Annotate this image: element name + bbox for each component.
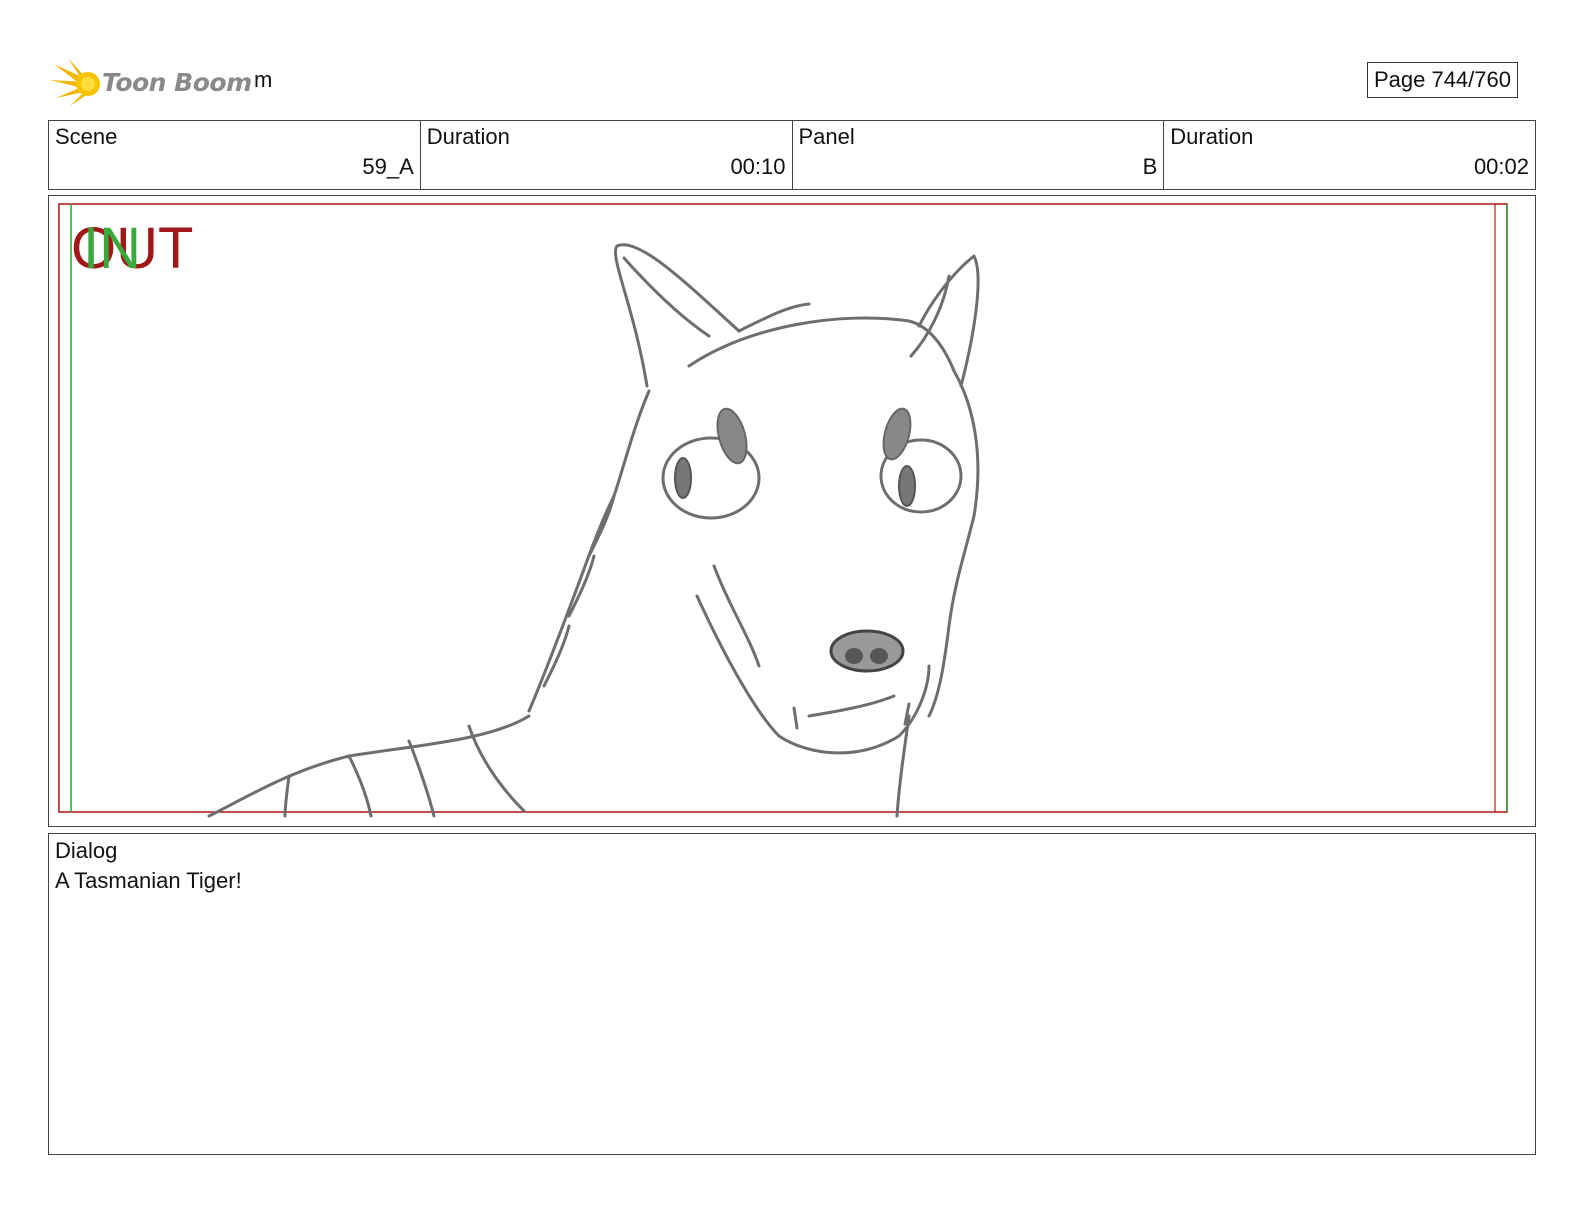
dialog-text: A Tasmanian Tiger! — [55, 868, 242, 893]
scene-duration-label: Duration — [426, 124, 510, 149]
in-marker: IN — [83, 216, 141, 281]
storyboard-panel: OUT IN — [48, 195, 1536, 827]
scene-duration-cell: Duration 00:10 — [421, 121, 793, 189]
scene-cell: Scene 59_A — [49, 121, 421, 189]
logo-text: Toon Boom — [102, 67, 252, 97]
scene-info-table: Scene 59_A Duration 00:10 Panel B Durati… — [48, 120, 1536, 190]
panel-artwork — [58, 203, 1508, 818]
toon-boom-logo: Toon Boom — [50, 54, 252, 110]
scene-label: Scene — [55, 124, 118, 149]
panel-label: Panel — [798, 124, 855, 149]
panel-cell: Panel B — [793, 121, 1165, 189]
panel-value: B — [1142, 154, 1158, 179]
out-frame — [58, 203, 1508, 813]
starburst-icon — [50, 58, 100, 106]
panel-duration-cell: Duration 00:02 — [1164, 121, 1535, 189]
page-number: Page 744/760 — [1366, 62, 1518, 98]
page-header: Toon Boom m Page 744/760 — [48, 50, 1536, 110]
tasmanian-tiger-sketch — [207, 243, 980, 818]
panel-duration-value: 00:02 — [1473, 154, 1529, 179]
dialog-box: Dialog A Tasmanian Tiger! — [48, 833, 1536, 1155]
panel-duration-label: Duration — [1170, 124, 1254, 149]
scene-value: 59_A — [362, 154, 414, 179]
scene-duration-value: 00:10 — [730, 154, 786, 179]
dialog-label: Dialog — [55, 838, 118, 863]
project-name: m — [254, 67, 273, 92]
